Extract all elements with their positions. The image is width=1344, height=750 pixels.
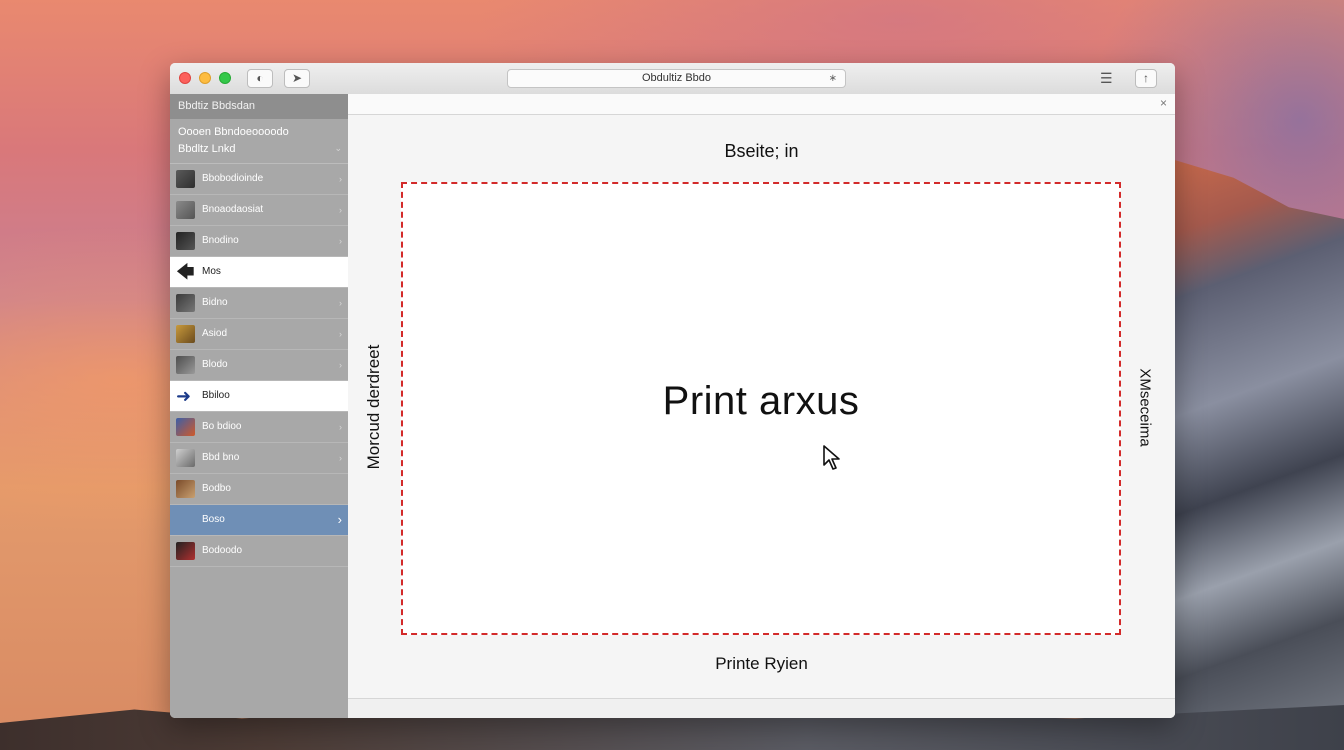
back-button[interactable]: ◐ xyxy=(247,69,273,88)
sidebar-item-label: Bbobodioinde xyxy=(202,173,264,184)
clear-icon[interactable]: ∗ xyxy=(829,70,837,87)
page-header-text: Bseite; in xyxy=(724,141,799,161)
sidebar-item[interactable]: Bnodino › xyxy=(170,226,348,257)
chevron-right-icon: › xyxy=(339,422,342,432)
pointer-cursor-icon xyxy=(823,445,840,470)
sidebar-item-label: Bnodino xyxy=(202,235,239,246)
sidebar-item-label: Blodo xyxy=(202,359,228,370)
share-button[interactable]: ➤ xyxy=(284,69,310,88)
sidebar-item-label: Bo bdioo xyxy=(202,421,242,432)
sidebar-item-label: Asiod xyxy=(202,328,228,339)
sidebar-item-active[interactable]: 🡄 Mos xyxy=(170,257,348,288)
address-text: Obdultiz Bbdo xyxy=(641,72,712,84)
left-margin-label-text: Morcud derdreet xyxy=(364,344,383,470)
item-thumbnail-icon xyxy=(176,232,195,250)
chevron-right-icon: › xyxy=(339,236,342,246)
sidebar-item[interactable]: Bo bdioo › xyxy=(170,412,348,443)
chevron-right-icon: › xyxy=(339,360,342,370)
chevron-down-icon: ⌄ xyxy=(334,143,342,153)
sidebar-item[interactable]: Bodoodo xyxy=(170,536,348,567)
sidebar-subheader-line2: Bbdltz Lnkd xyxy=(178,143,236,155)
print-preview-pane: × Bseite; in Print arxus Morcud derdreet… xyxy=(348,94,1175,718)
sidebar-subheader-line1: Oooen Bbndoeoooodo xyxy=(178,126,289,138)
back-icon: ◐ xyxy=(256,71,264,85)
item-thumbnail-icon xyxy=(176,170,195,188)
item-thumbnail-icon xyxy=(176,356,195,374)
zoom-window-button[interactable] xyxy=(219,72,231,84)
share-icon: ➤ xyxy=(291,71,303,85)
close-window-button[interactable] xyxy=(179,72,191,84)
arrow-right-icon: ➜ xyxy=(176,386,192,406)
print-area-text: Print arxus xyxy=(662,379,860,423)
item-thumbnail-icon xyxy=(176,542,195,560)
tab-icon: ↑ xyxy=(1143,71,1149,85)
chevron-right-icon: › xyxy=(339,298,342,308)
sidebar-item[interactable]: Bbd bno › xyxy=(170,443,348,474)
sidebar-item-label: Bbiloo xyxy=(202,390,230,401)
sidebar-item-label: Bodbo xyxy=(202,483,231,494)
sidebar-item-selected[interactable]: Boso › xyxy=(170,505,348,536)
chevron-right-icon: › xyxy=(339,329,342,339)
item-thumbnail-icon xyxy=(176,325,195,343)
sidebar-item-label: Bnoaodaosiat xyxy=(202,204,264,215)
chevron-right-icon: › xyxy=(339,174,342,184)
sidebar-item-label: Mos xyxy=(202,266,221,277)
right-margin-label-text: XMseceima xyxy=(1136,368,1154,447)
sidebar: Bbdtiz Bbdsdan Oooen Bbndoeoooodo Bbdltz… xyxy=(170,94,348,718)
sidebar-subheader[interactable]: Oooen Bbndoeoooodo Bbdltz Lnkd ⌄ xyxy=(170,119,348,164)
list-icon[interactable]: ☰ xyxy=(1100,70,1113,86)
sidebar-item[interactable]: Bnoaodaosiat › xyxy=(170,195,348,226)
sidebar-item-label: Boso xyxy=(202,514,225,525)
item-thumbnail-icon xyxy=(176,480,195,498)
wallpaper-mountain xyxy=(1160,160,1344,750)
chevron-right-icon: › xyxy=(339,453,342,463)
sidebar-item[interactable]: Bodbo xyxy=(170,474,348,505)
sidebar-item-label: Bodoodo xyxy=(202,545,243,556)
item-thumbnail-icon xyxy=(176,294,195,312)
arrow-left-icon: 🡄 xyxy=(176,262,195,282)
chevron-right-icon: › xyxy=(337,512,342,527)
sidebar-item[interactable]: Bbobodioinde › xyxy=(170,164,348,195)
chevron-right-icon: › xyxy=(339,205,342,215)
sidebar-item[interactable]: Blodo › xyxy=(170,350,348,381)
sidebar-item[interactable]: Asiod › xyxy=(170,319,348,350)
item-thumbnail-icon xyxy=(176,449,195,467)
title-bar: ◐ ➤ Obdultiz Bbdo ∗ ☰ ↑ xyxy=(170,63,1175,95)
preview-toolbar: × xyxy=(348,94,1175,115)
address-bar[interactable]: Obdultiz Bbdo ∗ xyxy=(507,69,846,88)
minimize-window-button[interactable] xyxy=(199,72,211,84)
preview-bottom-bar xyxy=(348,698,1175,718)
sidebar-item-label: Bbd bno xyxy=(202,452,240,463)
sidebar-item[interactable]: Bidno › xyxy=(170,288,348,319)
item-thumbnail-icon xyxy=(176,418,195,436)
page-footer-text: Printe Ryien xyxy=(715,654,808,673)
item-thumbnail-icon xyxy=(176,201,195,219)
tab-button[interactable]: ↑ xyxy=(1135,69,1157,88)
sidebar-item-active[interactable]: ➜ Bbiloo xyxy=(170,381,348,412)
sidebar-header: Bbdtiz Bbdsdan xyxy=(170,94,348,119)
sidebar-item-label: Bidno xyxy=(202,297,228,308)
app-window: ◐ ➤ Obdultiz Bbdo ∗ ☰ ↑ Bbdtiz Bbdsdan O… xyxy=(170,63,1175,718)
close-icon[interactable]: × xyxy=(1160,96,1167,110)
